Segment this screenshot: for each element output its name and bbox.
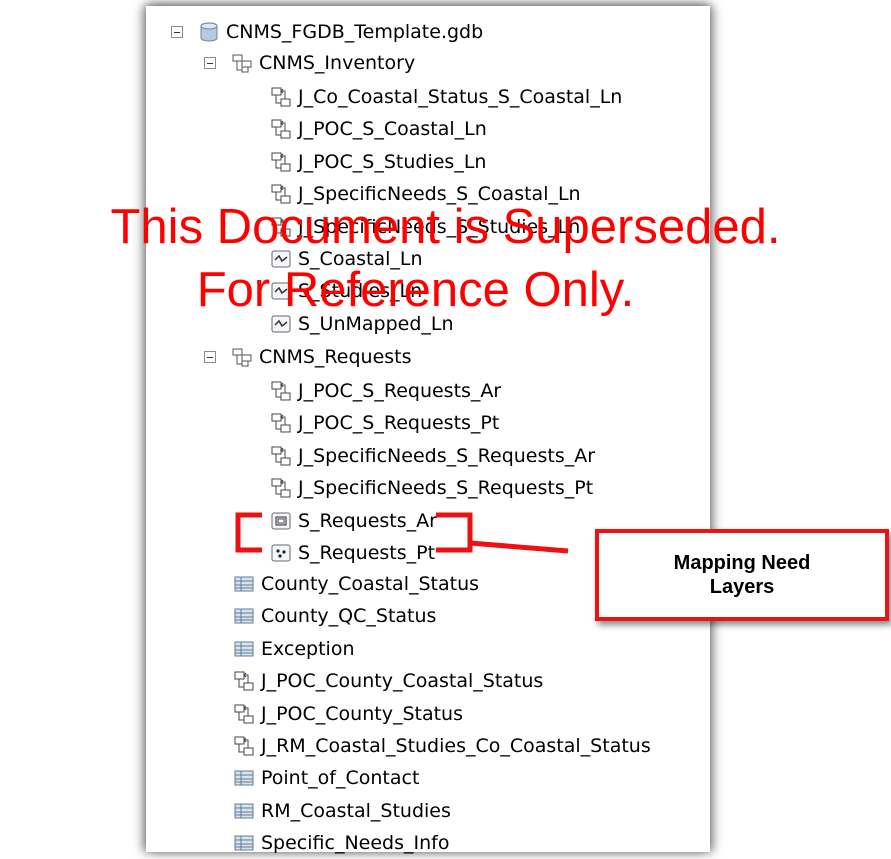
- tree-item-label: S_Coastal_Ln: [298, 248, 423, 270]
- tree-item-specific-needs-info[interactable]: Specific_Needs_Info: [233, 827, 449, 859]
- tree-item-label: Point_of_Contact: [261, 767, 420, 790]
- tree-item-label: County_Coastal_Status: [261, 573, 480, 595]
- tree-item-label: J_POC_S_Requests_Ar: [298, 380, 502, 402]
- table-icon: [233, 800, 255, 822]
- table-icon: [233, 832, 255, 854]
- tree-item-label: J_POC_S_Coastal_Ln: [298, 118, 487, 141]
- callout-line-1: Mapping Need: [673, 552, 811, 574]
- root-collapse-toggle[interactable]: [171, 26, 183, 38]
- relationship-class-icon: [270, 86, 292, 108]
- tree-item-j-poc-s-coastal-ln[interactable]: J_POC_S_Coastal_Ln: [270, 113, 487, 145]
- tree-item-s-requests-pt[interactable]: S_Requests_Pt: [270, 537, 435, 569]
- table-icon: [233, 605, 255, 627]
- tree-item-label: Exception: [261, 637, 355, 660]
- line-feature-class-icon: [270, 248, 292, 270]
- tree-item-j-specificneeds-s-studies-ln[interactable]: J_SpecificNeeds_S_Studies_Ln: [270, 211, 580, 243]
- table-icon: [233, 638, 255, 660]
- relationship-class-icon: [270, 477, 292, 499]
- tree-item-j-rm-coastal-studies-co-coastal-status[interactable]: J_RM_Coastal_Studies_Co_Coastal_Status: [233, 730, 651, 762]
- tree-item-label: J_SpecificNeeds_S_Requests_Pt: [298, 477, 594, 500]
- tree-item-label: County_QC_Status: [261, 605, 437, 628]
- relationship-class-icon: [270, 445, 292, 467]
- relationship-class-icon: [270, 380, 292, 402]
- relationship-class-icon: [270, 412, 292, 434]
- polygon-feature-class-icon: [270, 510, 292, 532]
- tree-item-label: J_POC_County_Coastal_Status: [261, 670, 544, 693]
- tree-item-s-unmapped-ln[interactable]: S_UnMapped_Ln: [270, 308, 454, 340]
- tree-item-label: S_Requests_Pt: [298, 542, 436, 564]
- feature-dataset-icon: [231, 52, 253, 74]
- tree-item-root-gdb[interactable]: CNMS_FGDB_Template.gdb: [198, 16, 483, 48]
- tree-item-label: J_POC_County_Status: [261, 702, 463, 725]
- tree-item-label: CNMS_Inventory: [259, 52, 416, 74]
- tree-item-label: J_SpecificNeeds_S_Coastal_Ln: [298, 183, 581, 206]
- relationship-class-icon: [233, 735, 255, 757]
- tree-item-j-co-coastal-status-s-coastal-ln[interactable]: J_Co_Coastal_Status_S_Coastal_Ln: [270, 81, 622, 113]
- table-icon: [233, 767, 255, 789]
- tree-item-dataset-inventory[interactable]: CNMS_Inventory: [231, 47, 415, 79]
- tree-item-label: S_Requests_Ar: [298, 509, 437, 532]
- tree-item-label: J_RM_Coastal_Studies_Co_Coastal_Status: [261, 735, 651, 757]
- tree-item-label: RM_Coastal_Studies: [261, 799, 451, 822]
- tree-item-j-specificneeds-s-requests-ar[interactable]: J_SpecificNeeds_S_Requests_Ar: [270, 440, 595, 472]
- tree-item-label: CNMS_FGDB_Template.gdb: [226, 21, 484, 43]
- tree-item-j-poc-s-requests-pt[interactable]: J_POC_S_Requests_Pt: [270, 407, 499, 439]
- tree-item-dataset-requests[interactable]: CNMS_Requests: [231, 341, 412, 373]
- tree-item-j-poc-s-requests-ar[interactable]: J_POC_S_Requests_Ar: [270, 375, 501, 407]
- tree-item-s-coastal-ln[interactable]: S_Coastal_Ln: [270, 243, 423, 275]
- requests-collapse-toggle[interactable]: [204, 351, 216, 363]
- tree-item-s-studies-ln[interactable]: S_Studies_Ln: [270, 275, 422, 307]
- relationship-class-icon: [270, 216, 292, 238]
- callout-line-2: Layers: [709, 576, 775, 598]
- geodatabase-icon: [198, 21, 220, 43]
- tree-item-label: S_Studies_Ln: [298, 280, 423, 303]
- tree-item-j-poc-county-status[interactable]: J_POC_County_Status: [233, 698, 463, 730]
- relationship-class-icon: [270, 118, 292, 140]
- tree-item-j-poc-s-studies-ln[interactable]: J_POC_S_Studies_Ln: [270, 146, 486, 178]
- tree-item-county-coastal-status[interactable]: County_Coastal_Status: [233, 568, 479, 600]
- tree-item-j-specificneeds-s-requests-pt[interactable]: J_SpecificNeeds_S_Requests_Pt: [270, 472, 593, 504]
- line-feature-class-icon: [270, 280, 292, 302]
- tree-item-label: S_UnMapped_Ln: [298, 312, 454, 335]
- tree-item-label: J_Co_Coastal_Status_S_Coastal_Ln: [298, 86, 623, 108]
- tree-item-label: CNMS_Requests: [259, 346, 412, 368]
- mapping-need-callout: Mapping Need Layers: [595, 529, 889, 621]
- relationship-class-icon: [270, 183, 292, 205]
- tree-item-s-requests-ar[interactable]: S_Requests_Ar: [270, 505, 437, 537]
- feature-dataset-icon: [231, 346, 253, 368]
- relationship-class-icon: [233, 703, 255, 725]
- tree-item-label: Specific_Needs_Info: [261, 832, 450, 855]
- tree-item-rm-coastal-studies[interactable]: RM_Coastal_Studies: [233, 795, 451, 827]
- tree-item-point-of-contact[interactable]: Point_of_Contact: [233, 762, 419, 794]
- point-feature-class-icon: [270, 542, 292, 564]
- tree-item-label: J_POC_S_Requests_Pt: [298, 412, 500, 435]
- tree-item-exception[interactable]: Exception: [233, 633, 355, 665]
- tree-item-label: J_POC_S_Studies_Ln: [298, 150, 487, 173]
- tree-item-county-qc-status[interactable]: County_QC_Status: [233, 600, 436, 632]
- table-icon: [233, 573, 255, 595]
- tree-item-j-poc-county-coastal-status[interactable]: J_POC_County_Coastal_Status: [233, 665, 543, 697]
- tree-item-label: J_SpecificNeeds_S_Requests_Ar: [298, 444, 596, 467]
- inventory-collapse-toggle[interactable]: [204, 57, 216, 69]
- line-feature-class-icon: [270, 313, 292, 335]
- tree-item-j-specificneeds-s-coastal-ln[interactable]: J_SpecificNeeds_S_Coastal_Ln: [270, 178, 581, 210]
- relationship-class-icon: [233, 670, 255, 692]
- relationship-class-icon: [270, 151, 292, 173]
- tree-item-label: J_SpecificNeeds_S_Studies_Ln: [298, 215, 581, 238]
